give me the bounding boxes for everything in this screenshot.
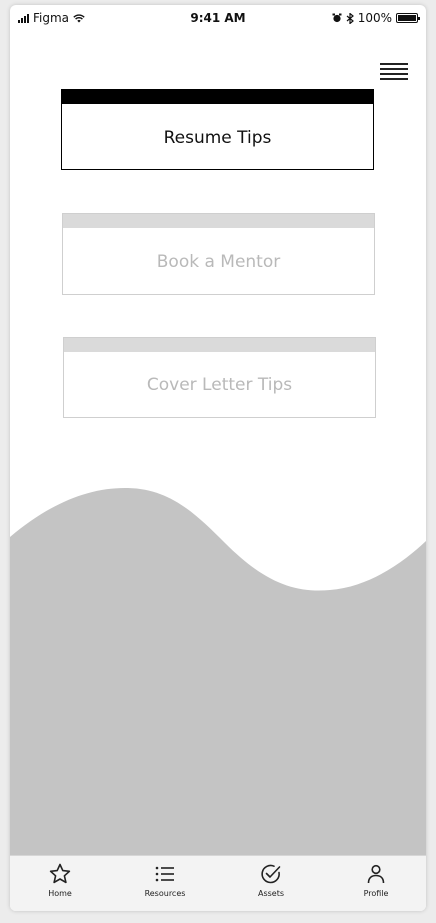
tab-label: Assets [257,889,285,898]
card-book-a-mentor[interactable]: Book a Mentor [62,213,375,295]
card-resume-tips[interactable]: Resume Tips [61,89,374,170]
tab-label: Profile [363,889,389,898]
card-header-bar [63,214,374,228]
tab-profile[interactable]: Profile [346,862,406,898]
card-header-bar [62,90,373,104]
star-icon [49,863,71,884]
phone-screen: Figma 9:41 AM 100% Resume Tips Book a Me… [10,5,426,911]
person-icon [367,864,385,884]
decorative-wave [10,487,426,855]
list-icon [155,866,174,882]
card-label: Book a Mentor [156,252,281,272]
battery-icon [396,13,420,23]
card-cover-letter-tips[interactable]: Cover Letter Tips [63,337,376,418]
card-header-bar [64,338,375,352]
tab-bar: Home Resources Assets Profile [10,855,426,911]
check-circle-icon [261,864,281,884]
status-right: 100% [332,11,420,25]
alarm-icon [332,13,342,23]
bluetooth-icon [346,12,354,24]
tab-resources[interactable]: Resources [135,862,195,898]
tab-assets[interactable]: Assets [241,862,301,898]
tab-home[interactable]: Home [30,862,90,898]
card-label: Cover Letter Tips [146,375,293,395]
hamburger-menu-icon[interactable] [380,63,408,85]
tab-label: Home [48,889,72,898]
battery-percent: 100% [357,11,392,25]
status-bar: Figma 9:41 AM 100% [10,5,426,31]
battery-fill [398,15,416,21]
card-label: Resume Tips [163,128,272,148]
tab-label: Resources [144,889,186,898]
